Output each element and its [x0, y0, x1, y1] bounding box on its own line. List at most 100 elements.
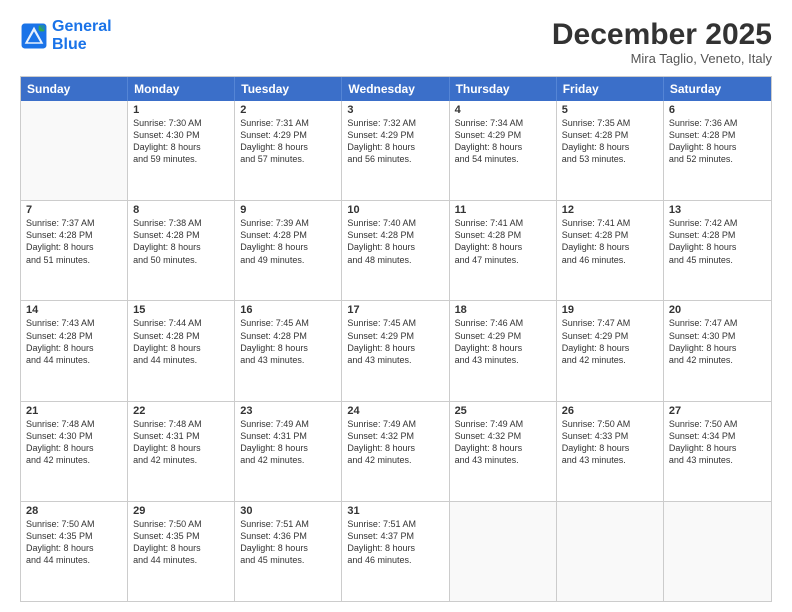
logo: General Blue — [20, 18, 112, 53]
calendar-cell-9: 9Sunrise: 7:39 AM Sunset: 4:28 PM Daylig… — [235, 201, 342, 300]
calendar-cell-31: 31Sunrise: 7:51 AM Sunset: 4:37 PM Dayli… — [342, 502, 449, 601]
header-day-thursday: Thursday — [450, 77, 557, 101]
day-info: Sunrise: 7:50 AM Sunset: 4:35 PM Dayligh… — [133, 518, 229, 567]
logo-line1: General — [52, 18, 112, 35]
calendar-cell-23: 23Sunrise: 7:49 AM Sunset: 4:31 PM Dayli… — [235, 402, 342, 501]
day-info: Sunrise: 7:30 AM Sunset: 4:30 PM Dayligh… — [133, 117, 229, 166]
day-number: 5 — [562, 104, 658, 116]
calendar-cell-17: 17Sunrise: 7:45 AM Sunset: 4:29 PM Dayli… — [342, 301, 449, 400]
calendar-cell-4: 4Sunrise: 7:34 AM Sunset: 4:29 PM Daylig… — [450, 101, 557, 200]
calendar-cell-10: 10Sunrise: 7:40 AM Sunset: 4:28 PM Dayli… — [342, 201, 449, 300]
day-number: 23 — [240, 405, 336, 417]
day-info: Sunrise: 7:48 AM Sunset: 4:31 PM Dayligh… — [133, 418, 229, 467]
day-info: Sunrise: 7:39 AM Sunset: 4:28 PM Dayligh… — [240, 217, 336, 266]
calendar-cell-16: 16Sunrise: 7:45 AM Sunset: 4:28 PM Dayli… — [235, 301, 342, 400]
day-info: Sunrise: 7:43 AM Sunset: 4:28 PM Dayligh… — [26, 317, 122, 366]
calendar-row-4: 28 Sunrise: 7:50 AM Sunset: 4:35 PM Dayli… — [21, 501, 771, 601]
calendar-cell-8: 8Sunrise: 7:38 AM Sunset: 4:28 PM Daylig… — [128, 201, 235, 300]
day-number: 14 — [26, 304, 122, 316]
day-info: Sunrise: 7:46 AM Sunset: 4:29 PM Dayligh… — [455, 317, 551, 366]
day-info: Sunrise: 7:49 AM Sunset: 4:32 PM Dayligh… — [455, 418, 551, 467]
calendar-cell-21: 21Sunrise: 7:48 AM Sunset: 4:30 PM Dayli… — [21, 402, 128, 501]
day-number: 9 — [240, 204, 336, 216]
calendar-cell-1: 1Sunrise: 7:30 AM Sunset: 4:30 PM Daylig… — [128, 101, 235, 200]
day-number: 7 — [26, 204, 122, 216]
calendar-cell-12: 12Sunrise: 7:41 AM Sunset: 4:28 PM Dayli… — [557, 201, 664, 300]
calendar-cell-empty-4-5 — [557, 502, 664, 601]
day-number: 1 — [133, 104, 229, 116]
day-info: Sunrise: 7:50 AM Sunset: 4:33 PM Dayligh… — [562, 418, 658, 467]
day-info: Sunrise: 7:50 AM Sunset: 4:34 PM Dayligh… — [669, 418, 766, 467]
calendar-cell-19: 19Sunrise: 7:47 AM Sunset: 4:29 PM Dayli… — [557, 301, 664, 400]
header-day-saturday: Saturday — [664, 77, 771, 101]
calendar-cell-6: 6Sunrise: 7:36 AM Sunset: 4:28 PM Daylig… — [664, 101, 771, 200]
day-info: Sunrise: 7:45 AM Sunset: 4:29 PM Dayligh… — [347, 317, 443, 366]
calendar-cell-18: 18Sunrise: 7:46 AM Sunset: 4:29 PM Dayli… — [450, 301, 557, 400]
day-number: 31 — [347, 505, 443, 517]
day-info: Sunrise: 7:48 AM Sunset: 4:30 PM Dayligh… — [26, 418, 122, 467]
logo-icon — [20, 22, 48, 50]
location: Mira Taglio, Veneto, Italy — [552, 51, 772, 66]
calendar-body: 1Sunrise: 7:30 AM Sunset: 4:30 PM Daylig… — [21, 101, 771, 601]
day-number: 29 — [133, 505, 229, 517]
day-info: Sunrise: 7:37 AM Sunset: 4:28 PM Dayligh… — [26, 217, 122, 266]
day-number: 30 — [240, 505, 336, 517]
day-info: Sunrise: 7:41 AM Sunset: 4:28 PM Dayligh… — [562, 217, 658, 266]
day-number: 3 — [347, 104, 443, 116]
calendar-cell-empty-4-6 — [664, 502, 771, 601]
header-day-tuesday: Tuesday — [235, 77, 342, 101]
calendar-cell-empty-0-0 — [21, 101, 128, 200]
month-title: December 2025 — [552, 18, 772, 51]
day-info: Sunrise: 7:31 AM Sunset: 4:29 PM Dayligh… — [240, 117, 336, 166]
day-number: 20 — [669, 304, 766, 316]
calendar-row-2: 14Sunrise: 7:43 AM Sunset: 4:28 PM Dayli… — [21, 300, 771, 400]
day-info: Sunrise: 7:49 AM Sunset: 4:32 PM Dayligh… — [347, 418, 443, 467]
calendar-row-0: 1Sunrise: 7:30 AM Sunset: 4:30 PM Daylig… — [21, 101, 771, 200]
day-info: Sunrise: 7:51 AM Sunset: 4:36 PM Dayligh… — [240, 518, 336, 567]
calendar-row-3: 21Sunrise: 7:48 AM Sunset: 4:30 PM Dayli… — [21, 401, 771, 501]
day-info: Sunrise: 7:51 AM Sunset: 4:37 PM Dayligh… — [347, 518, 443, 567]
page: General Blue December 2025 Mira Taglio, … — [0, 0, 792, 612]
calendar-cell-5: 5Sunrise: 7:35 AM Sunset: 4:28 PM Daylig… — [557, 101, 664, 200]
day-number: 26 — [562, 405, 658, 417]
day-info: Sunrise: 7:42 AM Sunset: 4:28 PM Dayligh… — [669, 217, 766, 266]
calendar-cell-2: 2Sunrise: 7:31 AM Sunset: 4:29 PM Daylig… — [235, 101, 342, 200]
day-number: 21 — [26, 405, 122, 417]
day-number: 24 — [347, 405, 443, 417]
calendar-header: SundayMondayTuesdayWednesdayThursdayFrid… — [21, 77, 771, 101]
day-number: 27 — [669, 405, 766, 417]
calendar-cell-11: 11Sunrise: 7:41 AM Sunset: 4:28 PM Dayli… — [450, 201, 557, 300]
calendar-cell-15: 15Sunrise: 7:44 AM Sunset: 4:28 PM Dayli… — [128, 301, 235, 400]
day-number: 16 — [240, 304, 336, 316]
header: General Blue December 2025 Mira Taglio, … — [20, 18, 772, 66]
day-number: 12 — [562, 204, 658, 216]
calendar-cell-14: 14Sunrise: 7:43 AM Sunset: 4:28 PM Dayli… — [21, 301, 128, 400]
calendar-cell-22: 22Sunrise: 7:48 AM Sunset: 4:31 PM Dayli… — [128, 402, 235, 501]
day-number: 10 — [347, 204, 443, 216]
day-number: 2 — [240, 104, 336, 116]
calendar-cell-29: 29Sunrise: 7:50 AM Sunset: 4:35 PM Dayli… — [128, 502, 235, 601]
calendar-cell-27: 27Sunrise: 7:50 AM Sunset: 4:34 PM Dayli… — [664, 402, 771, 501]
day-info: Sunrise: 7:47 AM Sunset: 4:29 PM Dayligh… — [562, 317, 658, 366]
day-number: 25 — [455, 405, 551, 417]
day-number: 6 — [669, 104, 766, 116]
day-info: Sunrise: 7:38 AM Sunset: 4:28 PM Dayligh… — [133, 217, 229, 266]
calendar-cell-3: 3Sunrise: 7:32 AM Sunset: 4:29 PM Daylig… — [342, 101, 449, 200]
day-info: Sunrise: 7:34 AM Sunset: 4:29 PM Dayligh… — [455, 117, 551, 166]
calendar-cell-empty-4-4 — [450, 502, 557, 601]
header-day-monday: Monday — [128, 77, 235, 101]
day-info: Sunrise: 7:41 AM Sunset: 4:28 PM Dayligh… — [455, 217, 551, 266]
day-info: Sunrise: 7:36 AM Sunset: 4:28 PM Dayligh… — [669, 117, 766, 166]
day-number: 4 — [455, 104, 551, 116]
logo-line2: Blue — [52, 36, 87, 53]
day-number: 28 — [26, 505, 122, 517]
day-number: 8 — [133, 204, 229, 216]
day-info: Sunrise: 7:45 AM Sunset: 4:28 PM Dayligh… — [240, 317, 336, 366]
day-number: 17 — [347, 304, 443, 316]
day-number: 11 — [455, 204, 551, 216]
day-info: Sunrise: 7:47 AM Sunset: 4:30 PM Dayligh… — [669, 317, 766, 366]
day-info: Sunrise: 7:32 AM Sunset: 4:29 PM Dayligh… — [347, 117, 443, 166]
calendar-cell-25: 25Sunrise: 7:49 AM Sunset: 4:32 PM Dayli… — [450, 402, 557, 501]
day-info: Sunrise: 7:49 AM Sunset: 4:31 PM Dayligh… — [240, 418, 336, 467]
day-info: Sunrise: 7:35 AM Sunset: 4:28 PM Dayligh… — [562, 117, 658, 166]
